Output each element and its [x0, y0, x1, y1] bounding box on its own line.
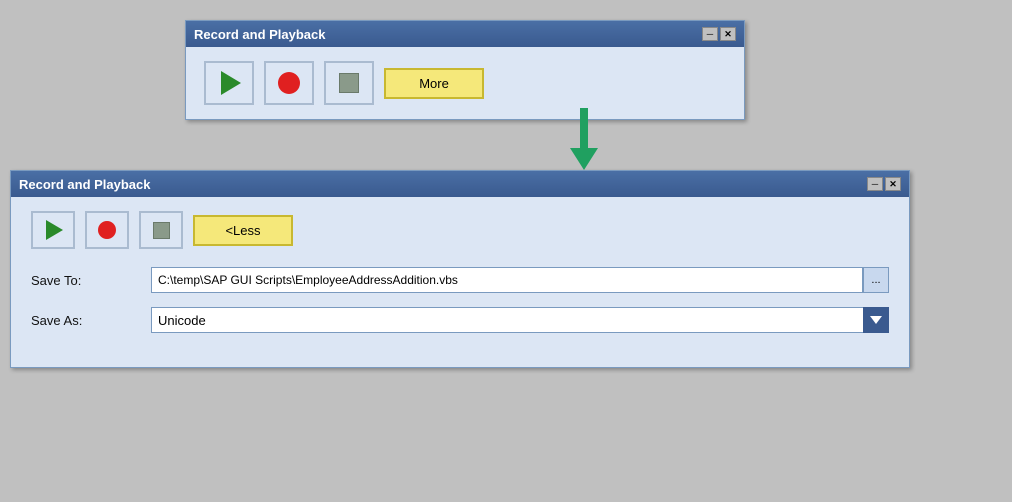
top-window-title: Record and Playback	[194, 27, 326, 42]
save-as-row: Save As: Unicode ANSI UTF-8	[31, 307, 889, 333]
save-to-label: Save To:	[31, 273, 151, 288]
expand-arrow	[570, 108, 598, 170]
stop-icon	[339, 73, 359, 93]
stop-icon	[153, 222, 170, 239]
save-as-select[interactable]: Unicode ANSI UTF-8	[151, 307, 889, 333]
save-to-input[interactable]	[151, 267, 863, 293]
arrow-shaft	[580, 108, 588, 148]
top-window-controls: ─ ✕	[702, 27, 736, 41]
bottom-record-button[interactable]	[85, 211, 129, 249]
top-window-body: More	[186, 47, 744, 119]
top-record-button[interactable]	[264, 61, 314, 105]
top-window-titlebar: Record and Playback ─ ✕	[186, 21, 744, 47]
top-play-button[interactable]	[204, 61, 254, 105]
arrow-head	[570, 148, 598, 170]
play-icon	[46, 220, 63, 240]
bottom-play-button[interactable]	[31, 211, 75, 249]
bottom-minimize-button[interactable]: ─	[867, 177, 883, 191]
save-to-row: Save To: ...	[31, 267, 889, 293]
play-icon	[221, 71, 241, 95]
browse-button[interactable]: ...	[863, 267, 889, 293]
bottom-window-controls: ─ ✕	[867, 177, 901, 191]
bottom-toolbar-row: <Less	[31, 211, 293, 249]
less-button[interactable]: <Less	[193, 215, 293, 246]
record-icon	[98, 221, 116, 239]
bottom-window-titlebar: Record and Playback ─ ✕	[11, 171, 909, 197]
bottom-window: Record and Playback ─ ✕ <Less Sav	[10, 170, 910, 368]
bottom-window-body: <Less Save To: ... Save As: Unicode ANSI…	[11, 197, 909, 367]
top-close-button[interactable]: ✕	[720, 27, 736, 41]
save-as-select-container: Unicode ANSI UTF-8	[151, 307, 889, 333]
record-icon	[278, 72, 300, 94]
save-to-input-container: ...	[151, 267, 889, 293]
bottom-close-button[interactable]: ✕	[885, 177, 901, 191]
top-window: Record and Playback ─ ✕ More	[185, 20, 745, 120]
save-as-label: Save As:	[31, 313, 151, 328]
bottom-stop-button[interactable]	[139, 211, 183, 249]
more-button[interactable]: More	[384, 68, 484, 99]
bottom-window-title: Record and Playback	[19, 177, 151, 192]
top-stop-button[interactable]	[324, 61, 374, 105]
top-minimize-button[interactable]: ─	[702, 27, 718, 41]
